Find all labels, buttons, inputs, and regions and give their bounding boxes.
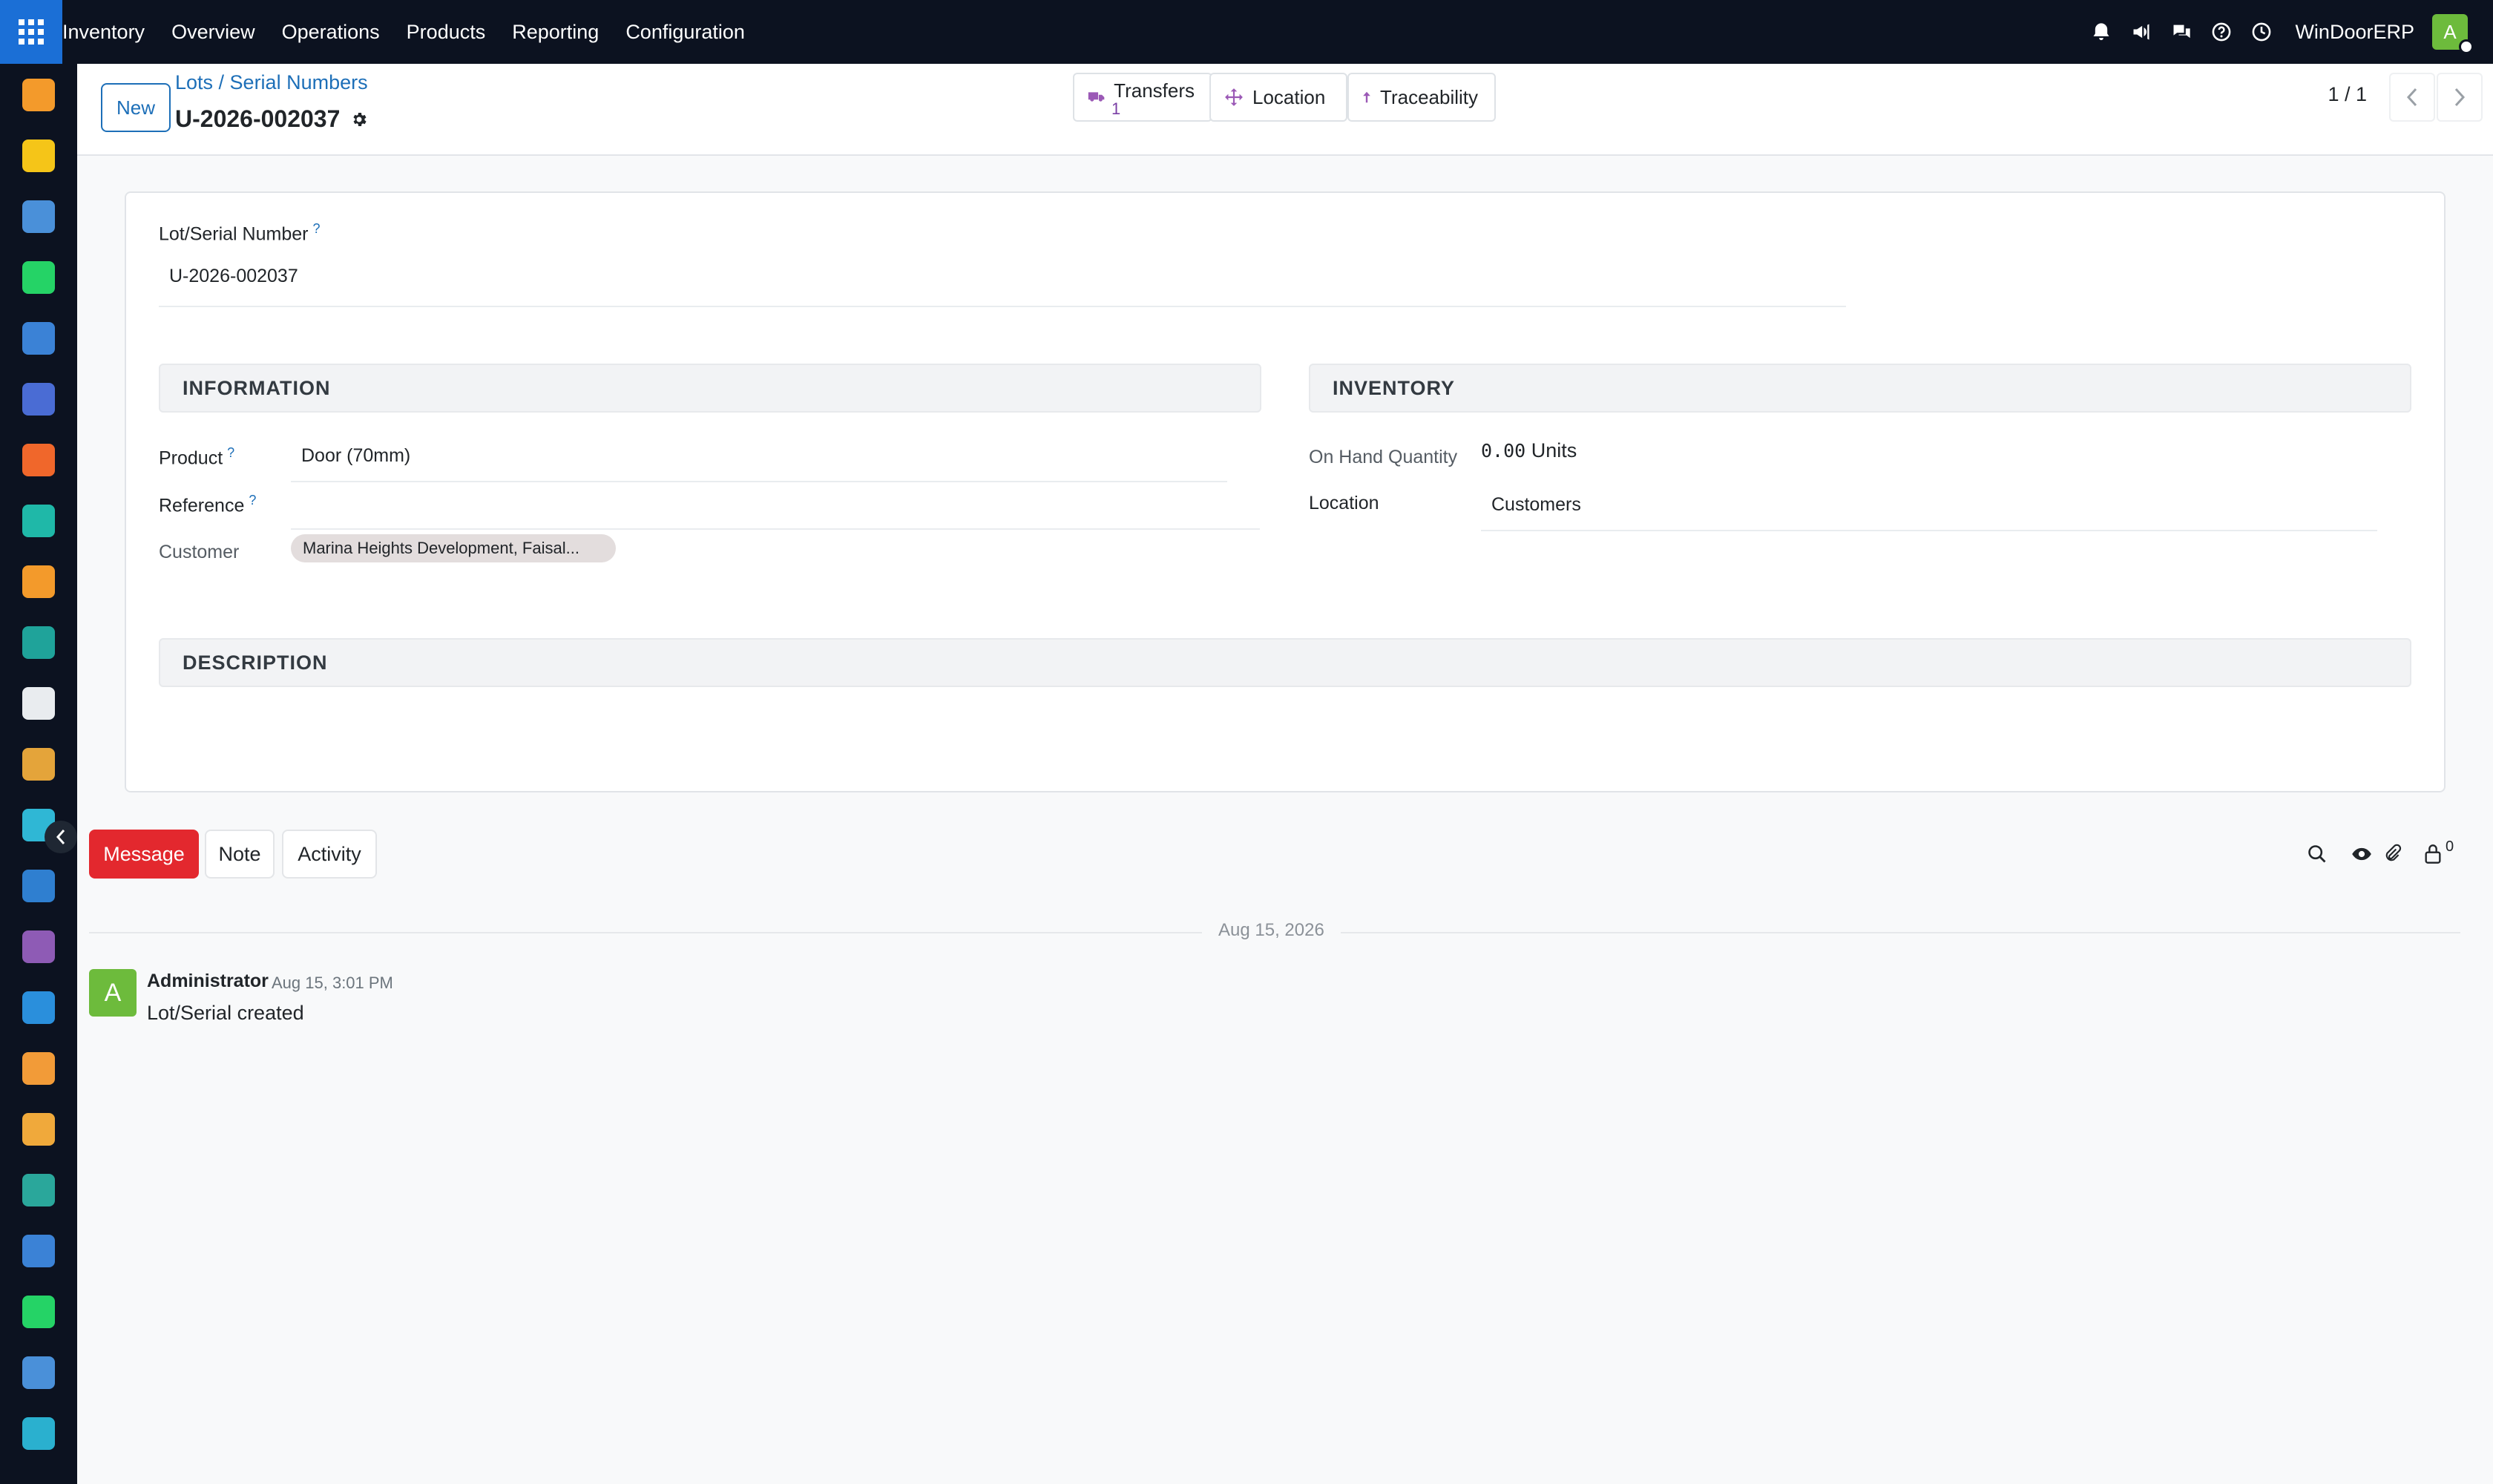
chat-bubbles-icon[interactable] [2161,22,2201,42]
app-icon-mail[interactable] [22,383,55,416]
megaphone-icon[interactable] [2121,22,2161,42]
location-label: Location [1309,493,1379,513]
eye-icon[interactable] [2349,841,2374,867]
app-icon-gauge[interactable] [22,200,55,233]
description-section-header: DESCRIPTION [159,638,2411,687]
menu-overview[interactable]: Overview [171,21,255,44]
menu-reporting[interactable]: Reporting [512,21,599,44]
app-icon-sign[interactable] [22,1174,55,1206]
help-tooltip[interactable]: ? [312,221,320,236]
activity-button[interactable]: Activity [282,830,377,879]
app-icon-chat-bubble[interactable] [22,444,55,476]
grid-icon [19,19,44,45]
bell-icon[interactable] [2081,22,2121,42]
customer-tag[interactable]: Marina Heights Development, Faisal... [291,534,616,562]
new-button[interactable]: New [101,83,171,132]
lot-serial-label: Lot/Serial Number? [159,221,321,245]
status-dot [2459,39,2474,54]
chevron-left-icon [2406,88,2417,107]
app-icon-employees[interactable] [22,1052,55,1085]
follower-count: 0 [2446,838,2454,855]
menu-configuration[interactable]: Configuration [625,21,745,44]
location-field[interactable]: Customers [1481,494,2377,531]
message-author[interactable]: Administrator [147,971,269,992]
send-message-button[interactable]: Message [89,830,199,879]
main-menu: Inventory Overview Operations Products R… [62,0,772,64]
reference-label: Reference? [159,493,257,516]
paperclip-icon[interactable] [2380,841,2405,867]
app-icon-dashboard[interactable] [22,322,55,355]
app-icon-whatsapp-2[interactable] [22,1296,55,1328]
app-icon-dashboard-2[interactable] [22,1235,55,1267]
app-icon-reporting[interactable] [22,565,55,598]
pager-previous-button[interactable] [2389,73,2435,122]
on-hand-quantity-label: On Hand Quantity [1309,447,1458,467]
smart-button-traceability[interactable]: Traceability [1347,73,1496,122]
pager-next-button[interactable] [2437,73,2483,122]
arrows-move-icon [1225,88,1243,106]
truck-icon [1088,92,1105,102]
systray: WinDoorERP A [2081,0,2493,64]
app-icon-box[interactable] [22,687,55,720]
clock-icon[interactable] [2241,22,2282,42]
company-name[interactable]: WinDoorERP [2295,21,2414,44]
app-icon-chevron-check[interactable] [22,505,55,537]
form-sheet: Lot/Serial Number? U-2026-002037 INFORMA… [125,191,2446,792]
message-timestamp: Aug 15, 3:01 PM [272,974,393,992]
message-author-avatar[interactable]: A [89,969,137,1017]
app-icon-book[interactable] [22,870,55,902]
description-editor[interactable] [159,697,2411,764]
app-icon-invoice[interactable] [22,991,55,1024]
on-hand-quantity: 0.00 Units [1481,439,1577,462]
help-icon[interactable] [2201,22,2241,42]
app-icon-paper-plane[interactable] [22,139,55,172]
menu-products[interactable]: Products [407,21,486,44]
arrow-up-icon [1363,91,1370,103]
app-icon-cube[interactable] [22,930,55,963]
product-label: Product? [159,445,235,469]
menu-inventory[interactable]: Inventory [62,21,145,44]
help-tooltip[interactable]: ? [227,445,234,460]
log-note-button[interactable]: Note [205,830,275,879]
date-separator: Aug 15, 2026 [1202,920,1341,941]
app-sidebar [0,64,77,1484]
gear-icon[interactable] [350,111,368,128]
search-icon[interactable] [2305,841,2330,867]
app-menu-button[interactable] [0,0,62,64]
reference-input[interactable] [291,493,1260,530]
app-icon-contacts[interactable] [22,626,55,659]
smart-button-transfers[interactable]: Transfers 1 [1073,73,1212,122]
app-icon-bar-chart[interactable] [22,79,55,111]
information-section-header: INFORMATION [159,364,1261,413]
transfers-count: 1 [1111,99,1121,118]
inventory-section-header: INVENTORY [1309,364,2411,413]
pager-value[interactable]: 1 / 1 [2328,83,2367,106]
app-icon-gauge-2[interactable] [22,1356,55,1389]
smart-button-location[interactable]: Location [1209,73,1347,122]
sidebar-collapse-chevron-icon[interactable] [45,821,77,853]
app-icon-calendar[interactable] [22,1113,55,1146]
top-navbar: Inventory Overview Operations Products R… [0,0,2493,64]
message-body: Lot/Serial created [147,1002,304,1024]
lot-serial-input[interactable]: U-2026-002037 [159,266,1846,307]
menu-operations[interactable]: Operations [282,21,380,44]
breadcrumb[interactable]: Lots / Serial Numbers [175,71,368,94]
customer-label: Customer [159,542,240,562]
control-panel: New Lots / Serial Numbers U-2026-002037 … [77,64,2493,156]
user-avatar[interactable]: A [2432,14,2474,54]
product-field[interactable]: Door (70mm) [291,445,1227,482]
record-title: U-2026-002037 [175,105,368,133]
app-icon-waves[interactable] [22,1417,55,1450]
chevron-right-icon [2454,88,2466,107]
app-icon-whatsapp[interactable] [22,261,55,294]
app-icon-brush[interactable] [22,748,55,781]
follower-lock-icon[interactable] [2420,841,2446,867]
help-tooltip[interactable]: ? [249,493,256,508]
